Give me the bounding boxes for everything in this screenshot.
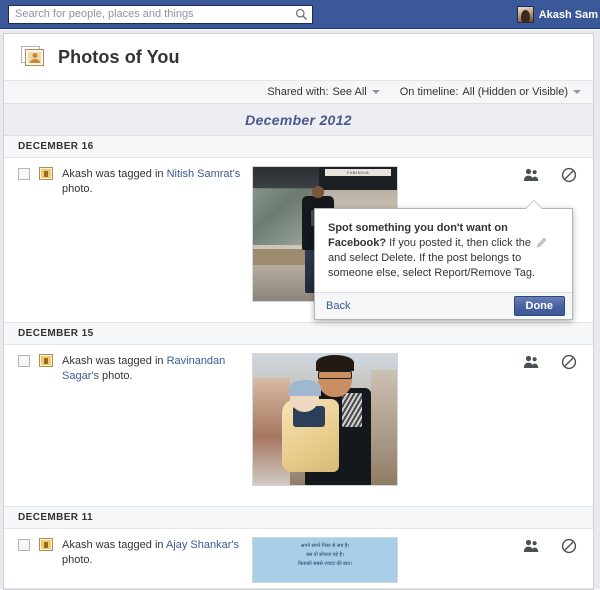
hidden-from-timeline-icon[interactable] <box>561 167 577 183</box>
day-label: DECEMBER 15 <box>18 328 94 339</box>
day-label: DECEMBER 11 <box>18 512 93 523</box>
story-prefix: Akash was tagged in <box>62 168 167 180</box>
chevron-down-icon[interactable] <box>371 90 380 94</box>
facebook-top-bar: Akash Sam <box>0 0 600 29</box>
tagged-friends-icon[interactable] <box>523 538 539 554</box>
filter-bar: Shared with: See All On timeline: All (H… <box>4 81 593 104</box>
topbar-user-area[interactable]: Akash Sam <box>516 0 600 29</box>
story-prefix: Akash was tagged in <box>62 539 166 551</box>
tooltip-footer: Back Done <box>315 292 572 319</box>
tooltip-body: Spot something you don't want on Faceboo… <box>315 209 572 292</box>
photo-text-line: अपने सपने निडर से सच है। <box>300 543 350 549</box>
table-row[interactable]: Akash was tagged in Ajay Shankar's photo… <box>4 529 593 589</box>
filter-on-timeline[interactable]: On timeline: All (Hidden or Visible) <box>400 86 581 98</box>
tagged-friends-icon[interactable] <box>523 167 539 183</box>
table-row[interactable]: Akash was tagged in Ravinandan Sagar's p… <box>4 345 593 507</box>
story-suffix: photo. <box>62 554 93 566</box>
photo-thumbnail[interactable] <box>252 353 398 486</box>
row-checkbox[interactable] <box>18 539 30 551</box>
story-person-link[interactable]: Nitish Samrat's <box>167 168 241 180</box>
filter-shared-with[interactable]: Shared with: See All <box>267 86 380 98</box>
story-text: Akash was tagged in Ravinandan Sagar's p… <box>62 354 242 496</box>
photo-image[interactable]: अपने सपने निडर से सच है। बस वो सोचना पड़… <box>252 537 398 583</box>
photo-image[interactable] <box>252 353 398 486</box>
story-suffix: photo. <box>98 370 133 382</box>
tagged-friends-icon[interactable] <box>523 354 539 370</box>
day-label: DECEMBER 16 <box>18 141 94 152</box>
filter-on-timeline-label: On timeline: <box>399 86 459 98</box>
filter-on-timeline-value[interactable]: All (Hidden or Visible) <box>462 86 568 98</box>
chevron-down-icon[interactable] <box>573 90 581 94</box>
hidden-from-timeline-icon[interactable] <box>561 538 577 554</box>
row-actions <box>523 538 577 554</box>
story-text: Akash was tagged in Ajay Shankar's photo… <box>62 538 242 578</box>
storefront-sign: FABINDIA <box>325 169 392 176</box>
search-box[interactable] <box>8 4 313 24</box>
photo-thumbnail[interactable]: अपने सपने निडर से सच है। बस वो सोचना पड़… <box>252 537 398 583</box>
photos-of-you-icon <box>21 46 47 68</box>
month-label: December 2012 <box>245 111 352 128</box>
page-title: Photos of You <box>58 46 180 67</box>
month-heading: December 2012 <box>4 104 593 136</box>
help-tooltip: Spot something you don't want on Faceboo… <box>314 200 573 320</box>
row-checkbox[interactable] <box>18 168 30 180</box>
story-text: Akash was tagged in Nitish Samrat's phot… <box>62 167 242 312</box>
back-link[interactable]: Back <box>326 300 350 312</box>
photo-type-icon <box>39 167 53 180</box>
story-person-link[interactable]: Ajay Shankar's <box>166 539 239 551</box>
photo-text-line: किसको सबसे ज़्यादा की बात। <box>298 561 352 567</box>
done-button[interactable]: Done <box>513 296 565 316</box>
photo-text-line: बस वो सोचना पड़े है। <box>306 552 344 558</box>
day-heading: DECEMBER 15 <box>4 323 593 345</box>
row-actions <box>523 167 577 183</box>
row-actions <box>523 354 577 370</box>
tooltip-arrow-inner <box>526 201 542 209</box>
story-prefix: Akash was tagged in <box>62 355 167 367</box>
avatar <box>516 6 534 23</box>
pencil-icon <box>536 237 547 248</box>
filter-shared-with-label: Shared with: <box>267 86 329 98</box>
user-name[interactable]: Akash Sam <box>539 9 598 21</box>
photo-type-icon <box>39 354 53 367</box>
photo-type-icon <box>39 538 53 551</box>
tooltip-text-part2: and select Delete. If the post belongs t… <box>328 252 536 279</box>
day-heading: DECEMBER 11 <box>4 507 593 529</box>
hidden-from-timeline-icon[interactable] <box>561 354 577 370</box>
row-checkbox[interactable] <box>18 355 30 367</box>
page-header: Photos of You <box>4 34 593 81</box>
filter-shared-with-value[interactable]: See All <box>332 86 366 98</box>
tooltip-text-part1: If you posted it, then click the <box>386 237 535 249</box>
story-suffix: photo. <box>62 183 93 195</box>
day-heading: DECEMBER 16 <box>4 136 593 158</box>
search-input[interactable] <box>8 4 313 24</box>
